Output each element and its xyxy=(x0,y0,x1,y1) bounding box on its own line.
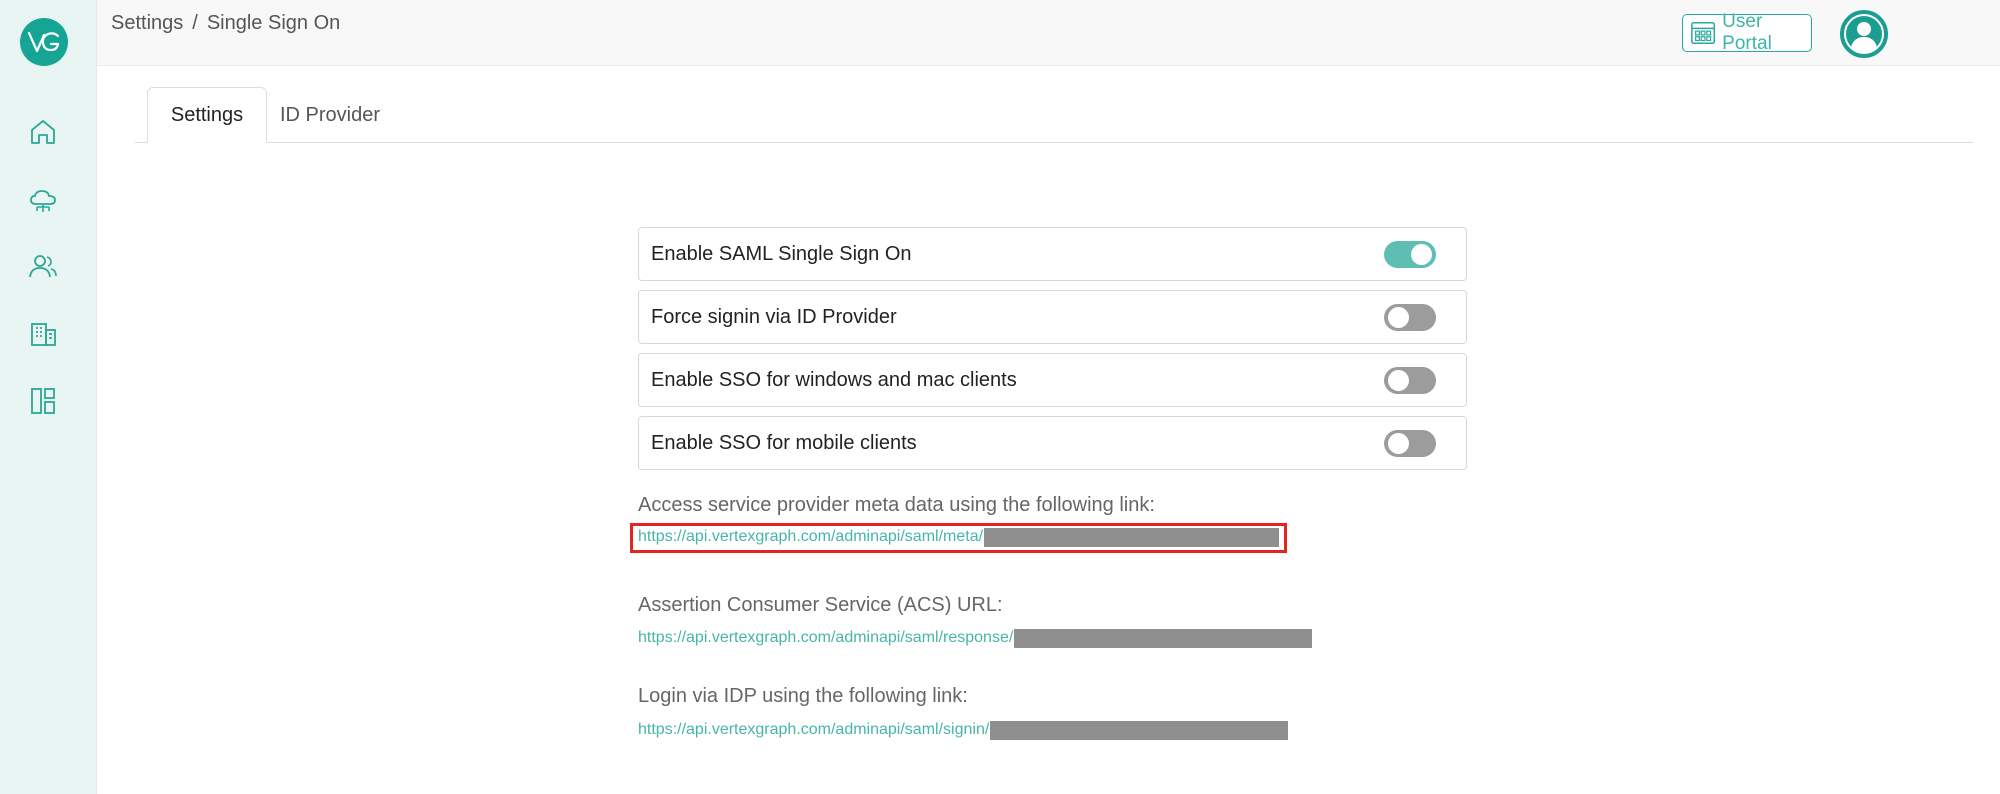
setting-label: Enable SSO for mobile clients xyxy=(651,432,917,454)
tab-id-provider[interactable]: ID Provider xyxy=(280,87,380,143)
toggle-desktop-sso[interactable] xyxy=(1384,367,1436,394)
toggle-knob xyxy=(1388,307,1409,328)
toggle-knob xyxy=(1411,244,1432,265)
acs-url-label: Assertion Consumer Service (ACS) URL: xyxy=(638,594,1003,616)
setting-row-saml: Enable SAML Single Sign On xyxy=(638,227,1467,281)
breadcrumb: Settings / Single Sign On xyxy=(111,12,340,35)
logo-mark xyxy=(27,31,60,53)
tab-settings-label: Settings xyxy=(170,103,244,126)
toggle-knob xyxy=(1388,433,1409,454)
home-icon[interactable] xyxy=(25,114,61,150)
cloud-network-icon[interactable] xyxy=(25,183,61,219)
setting-row-mobile-sso: Enable SSO for mobile clients xyxy=(638,416,1467,470)
tab-id-provider-label: ID Provider xyxy=(280,103,381,126)
user-avatar-icon[interactable] xyxy=(1840,10,1888,58)
building-icon[interactable] xyxy=(25,315,61,351)
user-portal-label: User Portal xyxy=(1722,11,1772,54)
acs-url-link[interactable]: https://api.vertexgraph.com/adminapi/sam… xyxy=(638,629,1013,647)
acs-url-link-line: https://api.vertexgraph.com/adminapi/sam… xyxy=(638,627,1313,649)
redacted-block xyxy=(1014,628,1313,648)
redacted-block xyxy=(990,720,1289,740)
setting-label: Force signin via ID Provider xyxy=(651,306,897,328)
idp-login-link-line: https://api.vertexgraph.com/adminapi/sam… xyxy=(638,719,1289,741)
grid-calendar-icon xyxy=(1691,21,1716,45)
highlight-box xyxy=(630,523,1287,553)
setting-label: Enable SAML Single Sign On xyxy=(651,243,912,265)
idp-login-label: Login via IDP using the following link: xyxy=(638,685,968,707)
breadcrumb-root[interactable]: Settings xyxy=(111,12,183,34)
toggle-force-signin[interactable] xyxy=(1384,304,1436,331)
tab-settings[interactable]: Settings xyxy=(147,87,267,143)
breadcrumb-separator: / xyxy=(192,12,198,34)
idp-login-link[interactable]: https://api.vertexgraph.com/adminapi/sam… xyxy=(638,721,989,739)
dashboard-layout-icon[interactable] xyxy=(25,383,61,419)
tab-bar: Settings ID Provider xyxy=(135,87,1973,143)
user-portal-button[interactable]: User Portal xyxy=(1682,11,1812,54)
sidebar xyxy=(0,0,97,794)
app-logo[interactable] xyxy=(20,18,68,66)
meta-data-label: Access service provider meta data using … xyxy=(638,494,1155,516)
setting-row-force-signin: Force signin via ID Provider xyxy=(638,290,1467,344)
toggle-mobile-sso[interactable] xyxy=(1384,430,1436,457)
breadcrumb-current: Single Sign On xyxy=(206,12,341,34)
setting-label: Enable SSO for windows and mac clients xyxy=(651,369,1017,391)
users-icon[interactable] xyxy=(25,248,61,284)
setting-row-desktop-sso: Enable SSO for windows and mac clients xyxy=(638,353,1467,407)
toggle-saml-sso[interactable] xyxy=(1384,241,1436,268)
toggle-knob xyxy=(1388,370,1409,391)
